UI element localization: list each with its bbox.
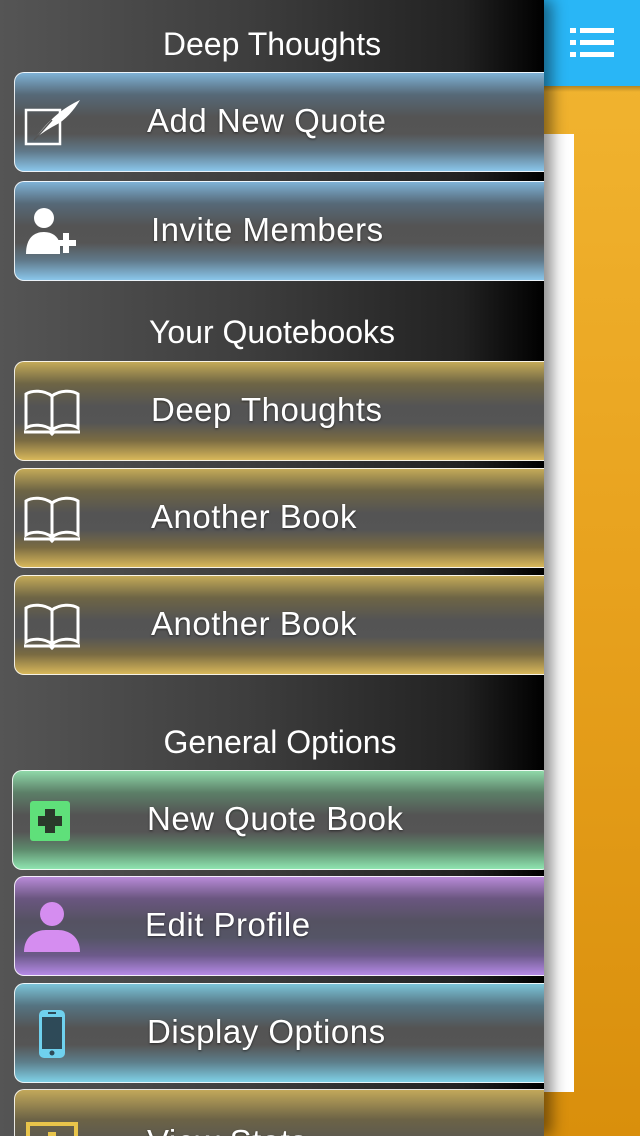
add-user-icon <box>21 204 83 260</box>
list-menu-icon <box>570 28 614 57</box>
add-new-quote-button[interactable]: Add New Quote <box>14 72 544 172</box>
side-menu: Deep Thoughts Add New Quote Invite Membe… <box>0 0 544 1136</box>
invite-members-button[interactable]: Invite Members <box>14 181 544 281</box>
display-options-button[interactable]: Display Options <box>14 983 544 1083</box>
quotebook-item[interactable]: Deep Thoughts <box>14 361 544 461</box>
add-new-quote-label: Add New Quote <box>147 102 387 139</box>
quotebooks-section-title: Your Quotebooks <box>148 314 396 350</box>
quotebook-item[interactable]: Another Book <box>14 575 544 675</box>
bar-chart-icon <box>21 1120 83 1136</box>
invite-members-label: Invite Members <box>151 211 384 248</box>
view-stats-button[interactable]: View Stats <box>14 1089 544 1136</box>
menu-toggle-button[interactable] <box>544 0 640 86</box>
quotebook-item[interactable]: Another Book <box>14 468 544 568</box>
phone-icon <box>21 1006 83 1062</box>
quill-pen-icon <box>21 95 83 151</box>
open-book-icon <box>21 491 83 547</box>
plus-square-icon <box>19 793 81 849</box>
view-stats-label: View Stats <box>147 1094 544 1136</box>
general-options-section-title: General Options <box>163 724 397 760</box>
edit-profile-label: Edit Profile <box>145 906 311 943</box>
quotebook-label: Deep Thoughts <box>151 391 383 428</box>
open-book-icon <box>21 384 83 440</box>
edit-profile-button[interactable]: Edit Profile <box>14 876 544 976</box>
open-book-icon <box>21 598 83 654</box>
display-options-label: Display Options <box>147 1013 386 1050</box>
new-quote-book-button[interactable]: New Quote Book <box>12 770 544 870</box>
quotebook-label: Another Book <box>151 498 357 535</box>
new-quote-book-label: New Quote Book <box>147 800 404 837</box>
person-icon <box>21 899 83 955</box>
quotebook-label: Another Book <box>151 605 357 642</box>
sidebar-title: Deep Thoughts <box>162 26 382 62</box>
app-screen: Deep Thoughts Add New Quote Invite Membe… <box>0 0 640 1136</box>
top-bar-shadow <box>544 86 640 92</box>
